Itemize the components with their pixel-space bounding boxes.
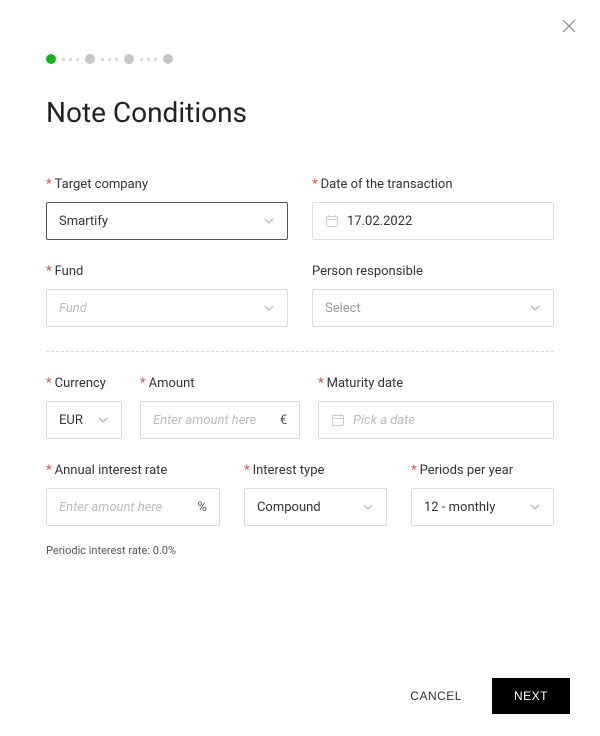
annual-interest-rate-input-wrapper[interactable]: % bbox=[46, 488, 220, 526]
amount-input-wrapper[interactable]: € bbox=[140, 401, 300, 439]
amount-input[interactable] bbox=[153, 413, 274, 428]
currency-select[interactable]: EUR bbox=[46, 401, 122, 439]
interest-type-select[interactable]: Compound bbox=[244, 488, 387, 526]
chevron-down-icon bbox=[362, 501, 374, 513]
periodic-interest-rate: Periodic interest rate: 0.0% bbox=[46, 544, 554, 557]
amount-suffix: € bbox=[280, 413, 287, 428]
target-company-value: Smartify bbox=[59, 214, 263, 229]
maturity-date-placeholder: Pick a date bbox=[353, 413, 415, 428]
annual-interest-rate-input[interactable] bbox=[59, 500, 191, 515]
amount-label: *Amount bbox=[140, 376, 300, 391]
currency-label: *Currency bbox=[46, 376, 122, 391]
target-company-label: *Target company bbox=[46, 177, 288, 192]
currency-value: EUR bbox=[59, 413, 97, 428]
fund-placeholder: Fund bbox=[59, 301, 263, 316]
cancel-button[interactable]: CANCEL bbox=[388, 678, 484, 714]
person-responsible-label: Person responsible bbox=[312, 264, 554, 279]
chevron-down-icon bbox=[263, 302, 275, 314]
chevron-down-icon bbox=[97, 414, 109, 426]
transaction-date-input[interactable]: 17.02.2022 bbox=[312, 202, 554, 240]
fund-label: *Fund bbox=[46, 264, 288, 279]
chevron-down-icon bbox=[263, 215, 275, 227]
step-dot-2 bbox=[85, 54, 95, 64]
fund-select[interactable]: Fund bbox=[46, 289, 288, 327]
transaction-date-value: 17.02.2022 bbox=[347, 214, 412, 229]
annual-interest-rate-suffix: % bbox=[197, 500, 207, 515]
footer-actions: CANCEL NEXT bbox=[388, 678, 570, 714]
interest-type-label: *Interest type bbox=[244, 463, 387, 478]
calendar-icon bbox=[325, 214, 339, 228]
chevron-down-icon bbox=[529, 302, 541, 314]
step-dot-1 bbox=[46, 54, 56, 64]
person-responsible-select[interactable]: Select bbox=[312, 289, 554, 327]
maturity-date-input[interactable]: Pick a date bbox=[318, 401, 554, 439]
transaction-date-label: *Date of the transaction bbox=[312, 177, 554, 192]
step-dot-4 bbox=[163, 54, 173, 64]
stepper bbox=[46, 54, 554, 64]
chevron-down-icon bbox=[529, 501, 541, 513]
next-button[interactable]: NEXT bbox=[492, 678, 570, 714]
interest-type-value: Compound bbox=[257, 500, 362, 515]
periods-per-year-select[interactable]: 12 - monthly bbox=[411, 488, 554, 526]
step-dot-3 bbox=[124, 54, 134, 64]
target-company-select[interactable]: Smartify bbox=[46, 202, 288, 240]
periods-per-year-value: 12 - monthly bbox=[424, 500, 529, 515]
periods-per-year-label: *Periods per year bbox=[411, 463, 554, 478]
calendar-icon bbox=[331, 413, 345, 427]
maturity-date-label: *Maturity date bbox=[318, 376, 554, 391]
close-icon[interactable] bbox=[562, 18, 578, 34]
page-title: Note Conditions bbox=[46, 96, 554, 129]
annual-interest-rate-label: *Annual interest rate bbox=[46, 463, 220, 478]
divider bbox=[46, 351, 554, 352]
person-responsible-placeholder: Select bbox=[325, 301, 529, 316]
